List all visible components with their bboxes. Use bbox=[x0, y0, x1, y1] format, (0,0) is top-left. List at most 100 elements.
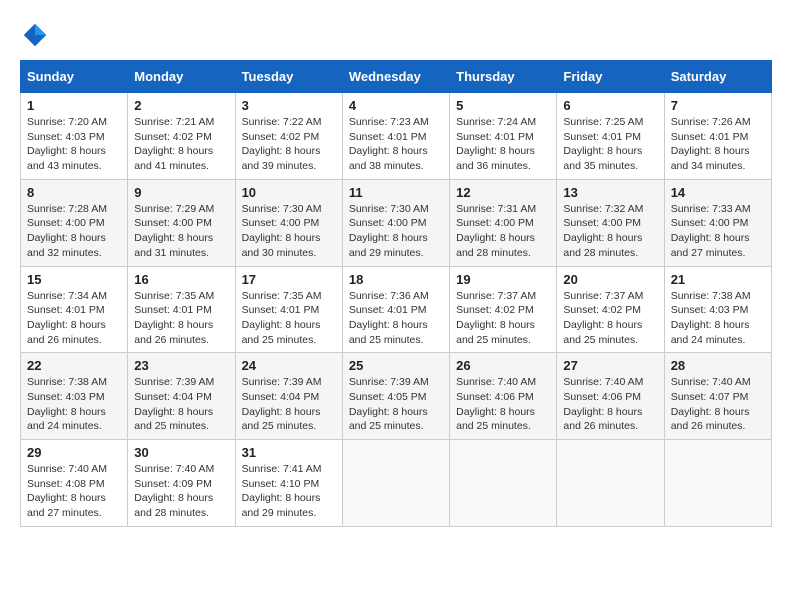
day-number: 20 bbox=[563, 272, 657, 287]
calendar-cell: 27 Sunrise: 7:40 AMSunset: 4:06 PMDayligh… bbox=[557, 353, 664, 440]
calendar-cell: 21 Sunrise: 7:38 AMSunset: 4:03 PMDayligh… bbox=[664, 266, 771, 353]
calendar-week-row: 22 Sunrise: 7:38 AMSunset: 4:03 PMDayligh… bbox=[21, 353, 772, 440]
day-number: 25 bbox=[349, 358, 443, 373]
day-number: 23 bbox=[134, 358, 228, 373]
day-number: 29 bbox=[27, 445, 121, 460]
day-info: Sunrise: 7:37 AMSunset: 4:02 PMDaylight:… bbox=[456, 290, 536, 346]
calendar-cell: 22 Sunrise: 7:38 AMSunset: 4:03 PMDayligh… bbox=[21, 353, 128, 440]
logo bbox=[20, 20, 54, 50]
calendar-cell: 15Sunrise: 7:34 AMSunset: 4:01 PMDayligh… bbox=[21, 266, 128, 353]
calendar-cell: 13 Sunrise: 7:32 AMSunset: 4:00 PMDayligh… bbox=[557, 179, 664, 266]
calendar-cell: 26 Sunrise: 7:40 AMSunset: 4:06 PMDayligh… bbox=[450, 353, 557, 440]
day-number: 30 bbox=[134, 445, 228, 460]
day-info: Sunrise: 7:29 AMSunset: 4:00 PMDaylight:… bbox=[134, 203, 214, 259]
day-number: 7 bbox=[671, 98, 765, 113]
weekday-header: Tuesday bbox=[235, 61, 342, 93]
calendar-cell: 24Sunrise: 7:39 AMSunset: 4:04 PMDayligh… bbox=[235, 353, 342, 440]
weekday-header: Monday bbox=[128, 61, 235, 93]
calendar-cell: 3 Sunrise: 7:22 AMSunset: 4:02 PMDaylight… bbox=[235, 93, 342, 180]
weekday-header: Saturday bbox=[664, 61, 771, 93]
day-info: Sunrise: 7:40 AMSunset: 4:06 PMDaylight:… bbox=[563, 376, 643, 432]
calendar-cell: 25Sunrise: 7:39 AMSunset: 4:05 PMDayligh… bbox=[342, 353, 449, 440]
day-info: Sunrise: 7:30 AMSunset: 4:00 PMDaylight:… bbox=[349, 203, 429, 259]
calendar-cell: 23 Sunrise: 7:39 AMSunset: 4:04 PMDayligh… bbox=[128, 353, 235, 440]
calendar-cell: 7 Sunrise: 7:26 AMSunset: 4:01 PMDaylight… bbox=[664, 93, 771, 180]
day-info: Sunrise: 7:40 AMSunset: 4:06 PMDaylight:… bbox=[456, 376, 536, 432]
weekday-header: Wednesday bbox=[342, 61, 449, 93]
day-info: Sunrise: 7:39 AMSunset: 4:04 PMDaylight:… bbox=[134, 376, 214, 432]
day-info: Sunrise: 7:24 AMSunset: 4:01 PMDaylight:… bbox=[456, 116, 536, 172]
calendar-cell: 29 Sunrise: 7:40 AMSunset: 4:08 PMDayligh… bbox=[21, 440, 128, 527]
calendar-cell: 20 Sunrise: 7:37 AMSunset: 4:02 PMDayligh… bbox=[557, 266, 664, 353]
calendar-week-row: 8 Sunrise: 7:28 AMSunset: 4:00 PMDaylight… bbox=[21, 179, 772, 266]
day-number: 11 bbox=[349, 185, 443, 200]
day-info: Sunrise: 7:32 AMSunset: 4:00 PMDaylight:… bbox=[563, 203, 643, 259]
day-number: 3 bbox=[242, 98, 336, 113]
calendar-cell: 10Sunrise: 7:30 AMSunset: 4:00 PMDayligh… bbox=[235, 179, 342, 266]
calendar-cell: 9Sunrise: 7:29 AMSunset: 4:00 PMDaylight… bbox=[128, 179, 235, 266]
calendar-cell: 16 Sunrise: 7:35 AMSunset: 4:01 PMDayligh… bbox=[128, 266, 235, 353]
calendar-cell: 4 Sunrise: 7:23 AMSunset: 4:01 PMDaylight… bbox=[342, 93, 449, 180]
logo-icon bbox=[20, 20, 50, 50]
day-info: Sunrise: 7:35 AMSunset: 4:01 PMDaylight:… bbox=[134, 290, 214, 346]
calendar-table: SundayMondayTuesdayWednesdayThursdayFrid… bbox=[20, 60, 772, 527]
day-number: 1 bbox=[27, 98, 121, 113]
day-number: 14 bbox=[671, 185, 765, 200]
day-info: Sunrise: 7:31 AMSunset: 4:00 PMDaylight:… bbox=[456, 203, 536, 259]
calendar-cell: 18 Sunrise: 7:36 AMSunset: 4:01 PMDayligh… bbox=[342, 266, 449, 353]
calendar-cell: 30Sunrise: 7:40 AMSunset: 4:09 PMDayligh… bbox=[128, 440, 235, 527]
calendar-week-row: 15Sunrise: 7:34 AMSunset: 4:01 PMDayligh… bbox=[21, 266, 772, 353]
day-number: 27 bbox=[563, 358, 657, 373]
weekday-header: Sunday bbox=[21, 61, 128, 93]
day-number: 21 bbox=[671, 272, 765, 287]
day-number: 13 bbox=[563, 185, 657, 200]
calendar-cell: 2 Sunrise: 7:21 AMSunset: 4:02 PMDaylight… bbox=[128, 93, 235, 180]
day-info: Sunrise: 7:21 AMSunset: 4:02 PMDaylight:… bbox=[134, 116, 214, 172]
day-info: Sunrise: 7:38 AMSunset: 4:03 PMDaylight:… bbox=[671, 290, 751, 346]
calendar-cell: 6Sunrise: 7:25 AMSunset: 4:01 PMDaylight… bbox=[557, 93, 664, 180]
day-number: 2 bbox=[134, 98, 228, 113]
calendar-week-row: 29 Sunrise: 7:40 AMSunset: 4:08 PMDayligh… bbox=[21, 440, 772, 527]
day-info: Sunrise: 7:39 AMSunset: 4:04 PMDaylight:… bbox=[242, 376, 322, 432]
calendar-cell: 17Sunrise: 7:35 AMSunset: 4:01 PMDayligh… bbox=[235, 266, 342, 353]
day-info: Sunrise: 7:22 AMSunset: 4:02 PMDaylight:… bbox=[242, 116, 322, 172]
day-number: 18 bbox=[349, 272, 443, 287]
day-info: Sunrise: 7:40 AMSunset: 4:07 PMDaylight:… bbox=[671, 376, 751, 432]
day-info: Sunrise: 7:25 AMSunset: 4:01 PMDaylight:… bbox=[563, 116, 643, 172]
weekday-header: Friday bbox=[557, 61, 664, 93]
day-number: 16 bbox=[134, 272, 228, 287]
day-number: 19 bbox=[456, 272, 550, 287]
day-info: Sunrise: 7:41 AMSunset: 4:10 PMDaylight:… bbox=[242, 463, 322, 519]
calendar-cell: 11 Sunrise: 7:30 AMSunset: 4:00 PMDayligh… bbox=[342, 179, 449, 266]
calendar-cell bbox=[557, 440, 664, 527]
weekday-header-row: SundayMondayTuesdayWednesdayThursdayFrid… bbox=[21, 61, 772, 93]
day-info: Sunrise: 7:38 AMSunset: 4:03 PMDaylight:… bbox=[27, 376, 107, 432]
day-number: 17 bbox=[242, 272, 336, 287]
day-info: Sunrise: 7:40 AMSunset: 4:08 PMDaylight:… bbox=[27, 463, 107, 519]
calendar-cell: 31 Sunrise: 7:41 AMSunset: 4:10 PMDayligh… bbox=[235, 440, 342, 527]
day-number: 4 bbox=[349, 98, 443, 113]
day-number: 5 bbox=[456, 98, 550, 113]
day-number: 15 bbox=[27, 272, 121, 287]
calendar-cell: 19 Sunrise: 7:37 AMSunset: 4:02 PMDayligh… bbox=[450, 266, 557, 353]
day-number: 22 bbox=[27, 358, 121, 373]
day-info: Sunrise: 7:36 AMSunset: 4:01 PMDaylight:… bbox=[349, 290, 429, 346]
calendar-cell bbox=[664, 440, 771, 527]
day-info: Sunrise: 7:23 AMSunset: 4:01 PMDaylight:… bbox=[349, 116, 429, 172]
day-info: Sunrise: 7:37 AMSunset: 4:02 PMDaylight:… bbox=[563, 290, 643, 346]
calendar-cell: 5 Sunrise: 7:24 AMSunset: 4:01 PMDaylight… bbox=[450, 93, 557, 180]
day-number: 8 bbox=[27, 185, 121, 200]
calendar-cell: 14Sunrise: 7:33 AMSunset: 4:00 PMDayligh… bbox=[664, 179, 771, 266]
calendar-cell: 8 Sunrise: 7:28 AMSunset: 4:00 PMDaylight… bbox=[21, 179, 128, 266]
calendar-cell: 12Sunrise: 7:31 AMSunset: 4:00 PMDayligh… bbox=[450, 179, 557, 266]
day-number: 31 bbox=[242, 445, 336, 460]
day-info: Sunrise: 7:20 AMSunset: 4:03 PMDaylight:… bbox=[27, 116, 107, 172]
day-number: 26 bbox=[456, 358, 550, 373]
calendar-cell: 1 Sunrise: 7:20 AMSunset: 4:03 PMDaylight… bbox=[21, 93, 128, 180]
calendar-week-row: 1 Sunrise: 7:20 AMSunset: 4:03 PMDaylight… bbox=[21, 93, 772, 180]
calendar-cell: 28Sunrise: 7:40 AMSunset: 4:07 PMDayligh… bbox=[664, 353, 771, 440]
page-header bbox=[20, 20, 772, 50]
day-info: Sunrise: 7:28 AMSunset: 4:00 PMDaylight:… bbox=[27, 203, 107, 259]
day-info: Sunrise: 7:26 AMSunset: 4:01 PMDaylight:… bbox=[671, 116, 751, 172]
day-info: Sunrise: 7:30 AMSunset: 4:00 PMDaylight:… bbox=[242, 203, 322, 259]
